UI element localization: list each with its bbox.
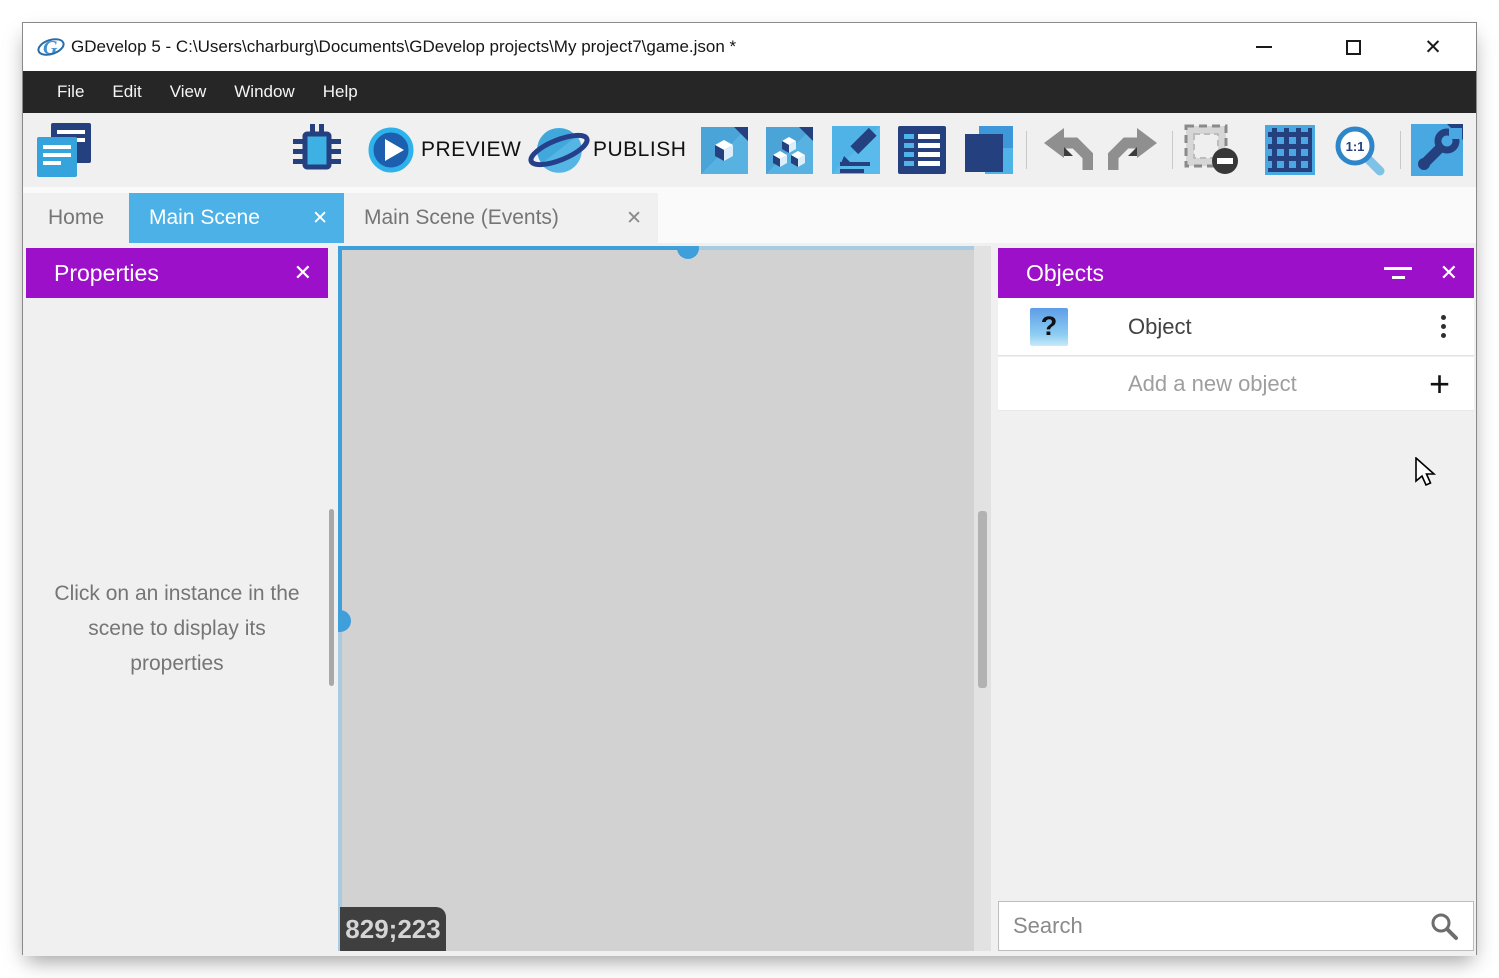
undo-button[interactable] [1043,113,1093,187]
objects-panel-header: Objects ✕ [998,248,1474,298]
edit-scene-button[interactable] [701,113,748,187]
properties-panel: Properties ✕ Click on an instance in the… [26,248,328,951]
publish-label[interactable]: PUBLISH [593,113,686,187]
menu-file[interactable]: File [43,71,98,113]
zoom-1-1-icon: 1:1 [1333,124,1385,176]
objects-cubes-icon [766,127,813,174]
tab-main-scene-events[interactable]: Main Scene (Events) ✕ [344,193,658,243]
tab-bar: Home Main Scene ✕ Main Scene (Events) ✕ [23,187,1476,243]
tab-close-icon[interactable]: ✕ [626,207,642,230]
mask-icon [1183,123,1241,177]
scene-cube-icon [701,127,748,174]
cursor-coordinates-badge: 829;223 [340,907,446,951]
toolbar-separator [1400,131,1401,169]
toolbar-separator [1172,131,1173,169]
object-list-item[interactable]: ? Object [998,298,1474,356]
menu-view[interactable]: View [156,71,221,113]
preview-label[interactable]: PREVIEW [421,113,521,187]
zoom-original-button[interactable]: 1:1 [1333,113,1385,187]
publish-globe-icon [527,123,591,177]
minimize-button[interactable] [1241,23,1287,71]
redo-icon [1108,128,1158,172]
properties-panel-title: Properties [54,260,159,287]
app-window: G GDevelop 5 - C:\Users\charburg\Documen… [22,22,1477,955]
project-manager-button[interactable] [35,113,93,187]
edit-properties-button[interactable] [832,113,880,187]
filter-bar [1392,276,1405,279]
mouse-cursor [1414,457,1440,487]
resize-handle-top[interactable] [677,246,699,259]
maximize-button[interactable] [1330,23,1376,71]
plus-icon: + [1429,369,1450,399]
edit-events-button[interactable] [898,113,946,187]
debugger-button[interactable] [291,113,343,187]
layers-icon [964,125,1014,175]
search-input[interactable] [1013,913,1429,939]
publish-button[interactable] [527,113,591,187]
game-window-left-edge-light [338,621,342,951]
close-window-button[interactable]: ✕ [1410,23,1456,71]
kebab-menu-icon[interactable] [1441,315,1446,338]
debugger-icon [291,122,343,178]
close-icon[interactable]: ✕ [1440,260,1458,286]
editor-content: Properties ✕ Click on an instance in the… [23,243,1476,956]
object-search-bar [998,901,1474,951]
filter-icon[interactable] [1384,267,1412,279]
tab-close-icon[interactable]: ✕ [312,207,328,230]
project-manager-icon [35,121,93,179]
game-window-left-edge [338,246,342,621]
wrench-icon [1411,124,1463,176]
menu-window[interactable]: Window [220,71,308,113]
title-bar: G GDevelop 5 - C:\Users\charburg\Documen… [23,23,1476,71]
toolbar: PREVIEW PUBLISH [23,113,1476,187]
game-window-top-edge [338,246,688,250]
menu-help[interactable]: Help [309,71,372,113]
toggle-grid-button[interactable] [1265,113,1315,187]
preview-button[interactable] [367,113,415,187]
objects-panel: Objects ✕ ? Object Add a new object + [998,248,1474,951]
add-object-label: Add a new object [1128,371,1297,397]
resize-handle-left[interactable] [338,610,351,632]
left-scrollbar-thumb[interactable] [329,509,334,686]
properties-panel-header: Properties ✕ [26,248,328,298]
toggle-mask-button[interactable] [1183,113,1241,187]
undo-icon [1043,128,1093,172]
preview-play-icon [367,126,415,174]
events-sheet-icon [898,126,946,174]
object-question-icon: ? [1030,308,1068,346]
game-window-top-edge-light [688,246,974,250]
scene-canvas[interactable]: 829;223 [338,246,974,951]
gdevelop-logo-icon: G [37,33,65,61]
grid-icon [1265,125,1315,175]
redo-button[interactable] [1108,113,1158,187]
add-object-row[interactable]: Add a new object + [998,357,1474,411]
tab-home[interactable]: Home [23,193,129,243]
menu-bar: File Edit View Window Help [23,71,1476,113]
objects-panel-title: Objects [1026,260,1104,287]
search-icon[interactable] [1429,911,1459,941]
maximize-icon [1346,40,1361,55]
minimize-icon [1256,46,1272,48]
window-title: GDevelop 5 - C:\Users\charburg\Documents… [71,23,736,71]
edit-objects-button[interactable] [766,113,813,187]
toolbar-separator [1026,131,1027,169]
layers-button[interactable] [964,113,1014,187]
svg-text:1:1: 1:1 [1346,139,1365,154]
menu-edit[interactable]: Edit [98,71,155,113]
close-icon[interactable]: ✕ [294,260,312,286]
filter-bar [1384,267,1412,270]
scene-tools-button[interactable] [1411,113,1463,187]
tab-main-scene[interactable]: Main Scene ✕ [129,193,344,243]
pencil-icon [832,126,880,174]
canvas-scrollbar-thumb[interactable] [978,511,987,688]
object-name: Object [1128,314,1192,340]
properties-empty-message: Click on an instance in the scene to dis… [48,576,306,681]
